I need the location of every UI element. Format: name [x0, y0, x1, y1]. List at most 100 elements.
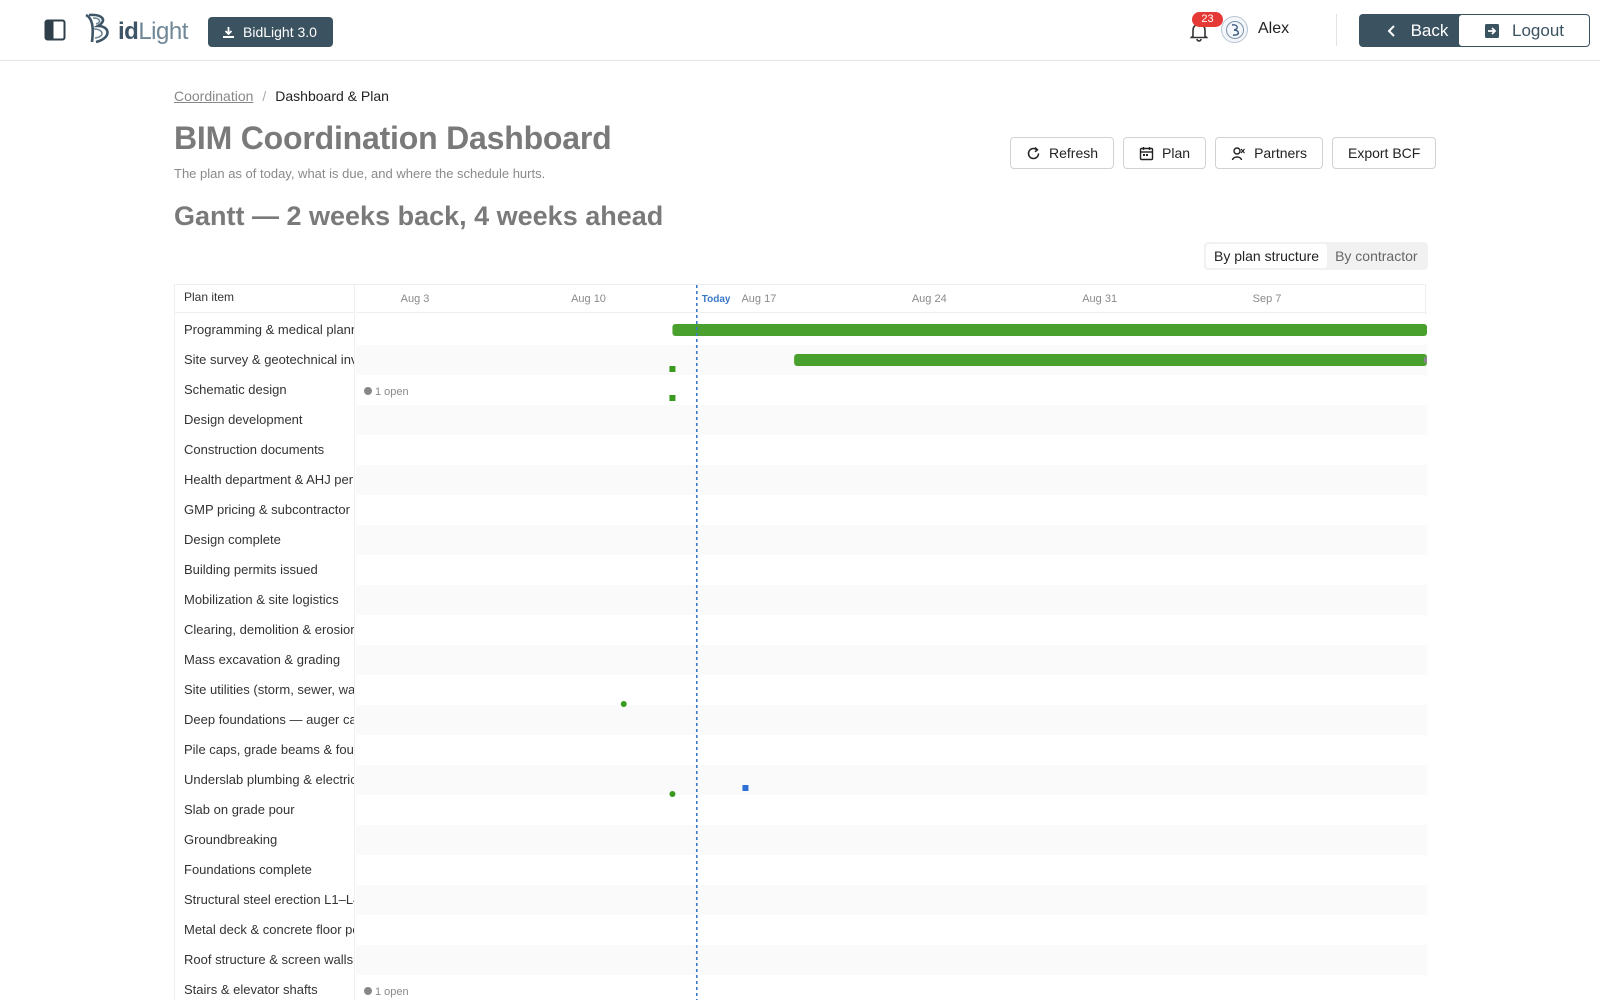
breadcrumb-separator: /	[262, 88, 267, 104]
plan-item-label[interactable]: Roof structure & screen walls	[184, 945, 354, 975]
plan-item-label[interactable]: Design complete	[184, 525, 354, 555]
top-bar: idLight BidLight 3.0 23 Alex Back Logout	[0, 0, 1600, 61]
plan-item-label[interactable]: Mass excavation & grading	[184, 645, 354, 675]
gantt-row-band	[356, 405, 1427, 435]
plan-item-column-header: Plan item	[184, 290, 235, 304]
gantt-view-toggle: By plan structure By contractor	[1204, 242, 1428, 270]
user-avatar[interactable]	[1221, 16, 1248, 43]
breadcrumb: Coordination / Dashboard & Plan	[174, 88, 389, 104]
refresh-icon	[1027, 146, 1040, 159]
gantt-row-band	[356, 615, 1427, 645]
breadcrumb-current: Dashboard & Plan	[275, 88, 389, 104]
avatar-logo-icon	[1225, 20, 1244, 39]
gantt-row-band	[356, 705, 1427, 735]
gantt-row-band	[356, 645, 1427, 675]
logo-wordmark: idLight	[118, 18, 188, 45]
plan-item-label[interactable]: Structural steel erection L1–L4	[184, 885, 354, 915]
download-bidlight-button[interactable]: BidLight 3.0	[208, 17, 333, 47]
plan-item-label[interactable]: Mobilization & site logistics	[184, 585, 354, 615]
today-marker-label: Today	[702, 294, 731, 305]
gantt-row-band	[356, 435, 1427, 465]
partners-button[interactable]: Partners	[1215, 137, 1323, 169]
gantt-milestone-marker[interactable]	[1424, 357, 1427, 363]
sidebar-toggle-icon[interactable]	[44, 19, 66, 41]
plan-item-label[interactable]: Pile caps, grade beams & foundations	[184, 735, 354, 765]
timeline-tick-label: Aug 10	[571, 293, 606, 305]
plan-item-label[interactable]: Metal deck & concrete floor pours	[184, 915, 354, 945]
gantt-row-band	[356, 555, 1427, 585]
open-issue-dot	[364, 387, 372, 395]
gantt-row-band	[356, 465, 1427, 495]
gantt-row-band	[356, 945, 1427, 975]
gantt-row-band	[356, 375, 1427, 405]
plan-item-label[interactable]: Deep foundations — auger cast piles	[184, 705, 354, 735]
timeline-tick-label: Aug 3	[401, 293, 430, 305]
plan-item-label[interactable]: Construction documents	[184, 435, 354, 465]
page-subtitle: The plan as of today, what is due, and w…	[174, 166, 546, 181]
plan-item-label[interactable]: Building permits issued	[184, 555, 354, 585]
breadcrumb-coordination-link[interactable]: Coordination	[174, 88, 253, 104]
plan-item-label[interactable]: Groundbreaking	[184, 825, 354, 855]
open-issue-dot	[364, 987, 372, 995]
partners-label: Partners	[1254, 145, 1307, 161]
gantt-milestone-marker[interactable]	[620, 701, 627, 707]
gantt-row-band	[356, 975, 1427, 1000]
gantt-chart: Plan item Programming & medical planning…	[174, 284, 1427, 1000]
download-label: BidLight 3.0	[243, 24, 317, 40]
gantt-row-band	[356, 915, 1427, 945]
plan-item-label[interactable]: Underslab plumbing & electrical	[184, 765, 354, 795]
refresh-button[interactable]: Refresh	[1010, 137, 1115, 169]
logo-mark-icon	[85, 13, 109, 44]
username[interactable]: Alex	[1258, 20, 1289, 38]
plan-item-label[interactable]: Health department & AHJ permits	[184, 465, 354, 495]
gantt-row-band	[356, 525, 1427, 555]
gantt-row-band	[356, 825, 1427, 855]
plan-item-label[interactable]: Foundations complete	[184, 855, 354, 885]
back-label: Back	[1410, 20, 1449, 40]
plan-label: Plan	[1162, 145, 1191, 161]
plan-item-label[interactable]: GMP pricing & subcontractor buyout	[184, 495, 354, 525]
header-divider	[1336, 14, 1337, 46]
gantt-row-band	[356, 675, 1427, 705]
partners-icon	[1231, 146, 1246, 160]
logout-icon	[1485, 23, 1499, 38]
gantt-milestone-marker[interactable]	[669, 366, 676, 372]
gantt-row-band	[356, 795, 1427, 825]
logout-label: Logout	[1512, 20, 1564, 40]
plan-item-label[interactable]: Site survey & geotechnical investigation	[184, 345, 354, 375]
column-header-divider	[175, 312, 354, 313]
gantt-timeline: Aug 3 Aug 10 Aug 17 Aug 24 Aug 31 Sep 7 1 open…	[356, 285, 1427, 1000]
plan-item-label[interactable]: Design development	[184, 405, 354, 435]
gantt-row-labels: Plan item Programming & medical planning…	[175, 285, 355, 1000]
notification-count-badge: 23	[1192, 12, 1223, 27]
gantt-row-band	[356, 885, 1427, 915]
gantt-milestone-marker[interactable]	[669, 395, 676, 401]
bidlight-logo[interactable]: idLight	[82, 10, 188, 46]
gantt-row-band	[356, 735, 1427, 765]
gantt-milestone-marker[interactable]	[742, 785, 749, 791]
gantt-task-bar[interactable]	[794, 354, 1427, 366]
calendar-icon	[1139, 146, 1154, 160]
plan-item-label[interactable]: Slab on grade pour	[184, 795, 354, 825]
plan-button[interactable]: Plan	[1123, 137, 1207, 169]
gantt-row-band	[356, 585, 1427, 615]
plan-item-label[interactable]: Schematic design	[184, 375, 354, 405]
plan-item-label[interactable]: Stairs & elevator shafts	[184, 975, 354, 1000]
timeline-tick-label: Sep 7	[1253, 293, 1282, 305]
open-issues-label[interactable]: 1 open	[375, 386, 409, 398]
chevron-left-icon	[1387, 24, 1395, 37]
plan-item-label[interactable]: Programming & medical planning	[184, 315, 354, 345]
toggle-by-plan-structure[interactable]: By plan structure	[1206, 244, 1328, 268]
open-issues-label[interactable]: 1 open	[375, 986, 409, 998]
gantt-title: Gantt — 2 weeks back, 4 weeks ahead	[174, 201, 664, 231]
gantt-task-bar[interactable]	[672, 324, 1427, 336]
timeline-tick-label: Aug 31	[1082, 293, 1117, 305]
refresh-label: Refresh	[1049, 145, 1099, 161]
gantt-milestone-marker[interactable]	[669, 791, 676, 797]
export-bcf-button[interactable]: Export BCF	[1331, 137, 1437, 169]
export-bcf-label: Export BCF	[1347, 145, 1421, 161]
plan-item-label[interactable]: Clearing, demolition & erosion control	[184, 615, 354, 645]
toggle-by-contractor[interactable]: By contractor	[1327, 244, 1425, 268]
logout-button[interactable]: Logout	[1458, 14, 1590, 47]
plan-item-label[interactable]: Site utilities (storm, sewer, water)	[184, 675, 354, 705]
